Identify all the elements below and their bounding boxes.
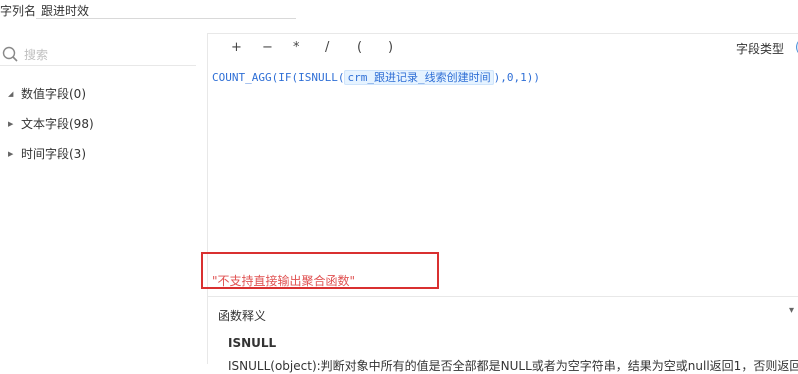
operator-divide-button[interactable]: / xyxy=(325,40,329,55)
operator-multiply-button[interactable]: * xyxy=(293,40,300,55)
toolbar-divider xyxy=(208,33,798,34)
formula-suffix: ),0,1)) xyxy=(493,71,540,84)
tree-item-label: 数值字段(0) xyxy=(21,87,86,101)
operator-open-paren-button[interactable]: ( xyxy=(357,40,362,55)
tree-item-numeric-fields[interactable]: ◢ 数值字段(0) xyxy=(8,85,86,102)
function-panel-divider xyxy=(208,296,798,297)
field-type-label[interactable]: 字段类型 xyxy=(736,40,784,57)
tree-item-label: 时间字段(3) xyxy=(21,147,86,161)
formula-editor[interactable]: COUNT_AGG(IF(ISNULL(crm_跟进记录_线索创建时间),0,1… xyxy=(212,69,540,85)
search-underline xyxy=(0,65,196,66)
column-name-value: 跟进时效 xyxy=(41,4,90,18)
operator-plus-button[interactable]: + xyxy=(231,40,242,55)
tree-item-text-fields[interactable]: ▶ 文本字段(98) xyxy=(8,115,94,132)
caret-right-icon: ▶ xyxy=(8,119,14,128)
panel-divider xyxy=(207,33,208,364)
tree-item-label: 文本字段(98) xyxy=(21,117,94,131)
chevron-down-icon[interactable]: ▾ xyxy=(789,305,794,316)
error-message: "不支持直接输出聚合函数" xyxy=(212,274,356,288)
caret-down-icon: ◢ xyxy=(8,89,14,98)
tree-item-time-fields[interactable]: ▶ 时间字段(3) xyxy=(8,145,86,162)
function-description: ISNULL(object):判断对象中所有的值是否全部都是NULL或者为空字符… xyxy=(228,359,798,373)
search-icon xyxy=(2,46,18,62)
function-name: ISNULL xyxy=(228,336,277,350)
operator-close-paren-button[interactable]: ) xyxy=(388,40,393,55)
column-name-label: 字列名 xyxy=(0,4,37,18)
formula-field-tag[interactable]: crm_跟进记录_线索创建时间 xyxy=(344,70,494,85)
operator-minus-button[interactable]: − xyxy=(262,40,273,55)
search-input[interactable]: 搜索 xyxy=(24,46,48,63)
caret-right-icon: ▶ xyxy=(8,149,14,158)
function-panel-title: 函数释义 xyxy=(218,309,267,323)
formula-prefix: COUNT_AGG(IF(ISNULL( xyxy=(212,71,345,84)
